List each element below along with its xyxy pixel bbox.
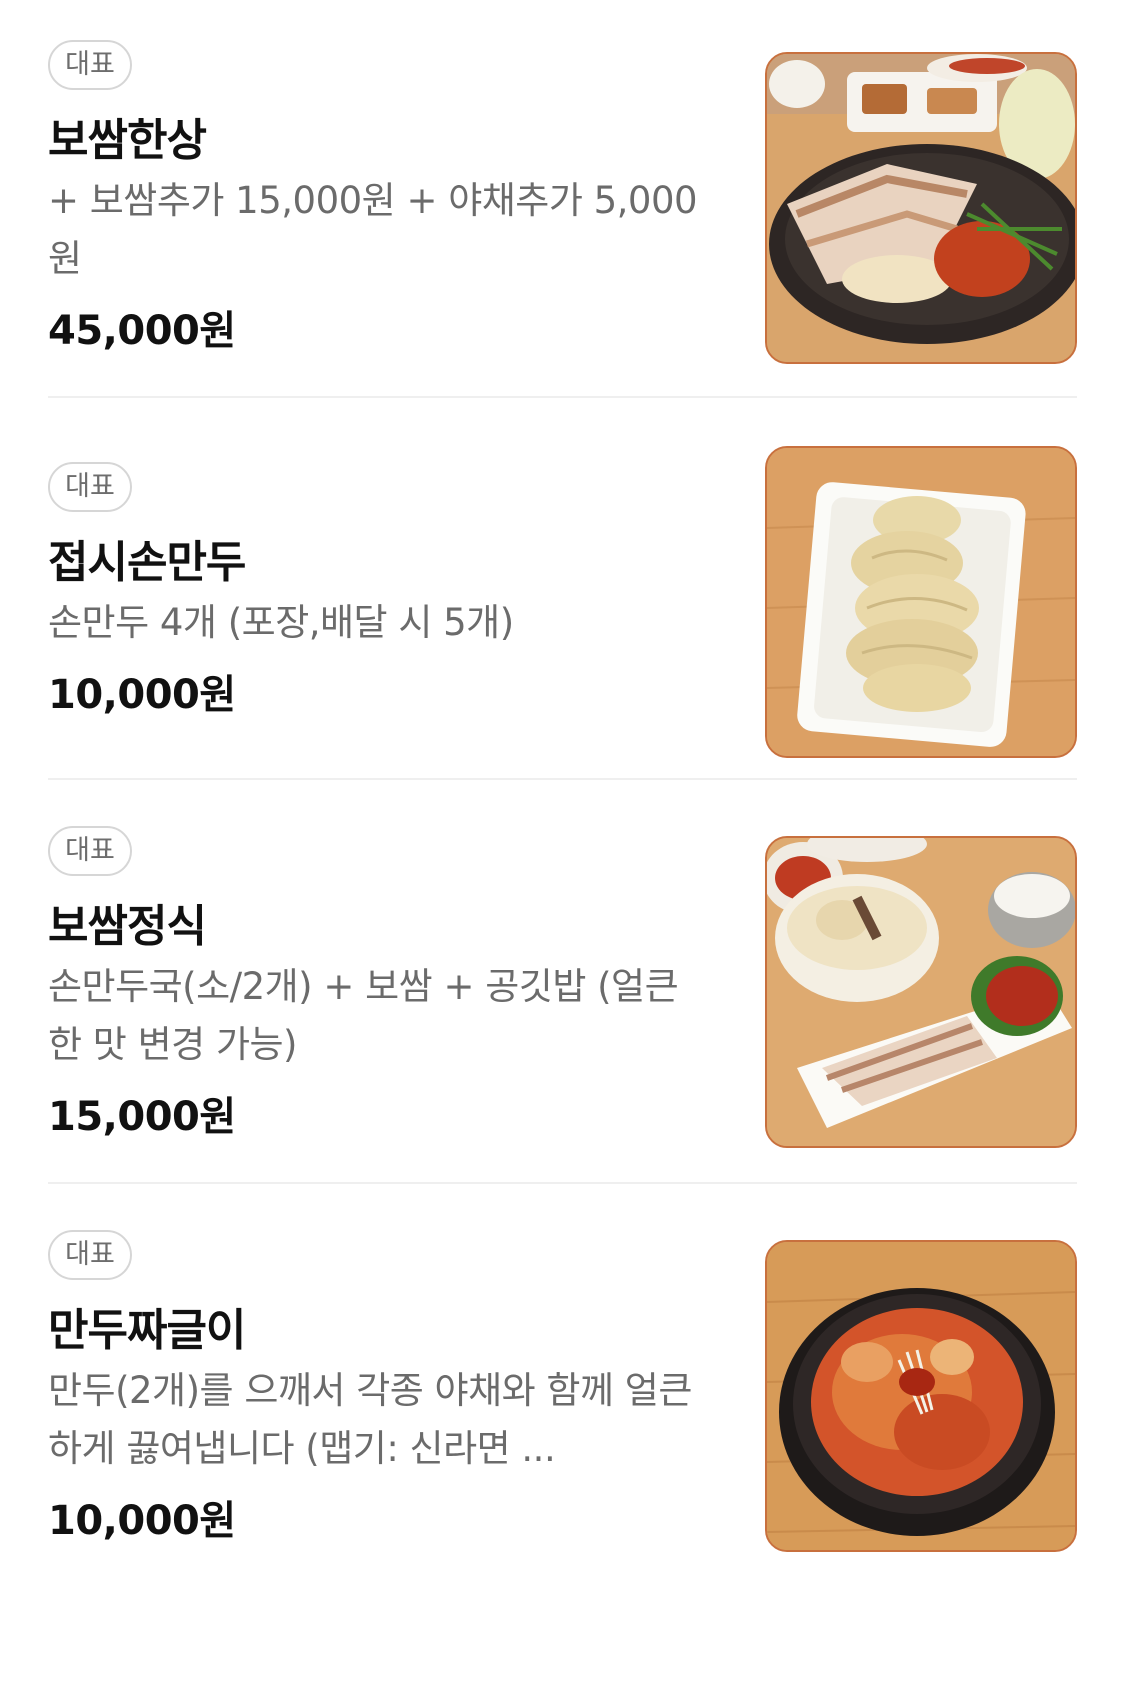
menu-item[interactable]: 대표 만두짜글이 만두(2개)를 으깨서 각종 야채와 함께 얼큰하게 끓여냅니… [48,1190,1077,1689]
bossam-platter-photo[interactable] [765,52,1077,364]
menu-item-description: 손만두국(소/2개) + 보쌈 + 공깃밥 (얼큰한 맛 변경 가능) [48,965,679,1066]
dumpling-stew-photo[interactable] [765,1240,1077,1552]
representative-badge: 대표 [48,826,132,876]
menu-item-description: 손만두 4개 (포장,배달 시 5개) [48,601,514,644]
menu-item-price: 10,000원 [48,1498,236,1544]
menu-item-name: 접시손만두 [48,537,246,588]
menu-item-price: 15,000원 [48,1094,236,1140]
dumpling-plate-photo[interactable] [765,446,1077,758]
menu-item[interactable]: 대표 보쌈정식 손만두국(소/2개) + 보쌈 + 공깃밥 (얼큰한 맛 변경 … [48,780,1077,1190]
menu-item[interactable]: 대표 접시손만두 손만두 4개 (포장,배달 시 5개) 10,000원 [48,400,1077,810]
menu-item-name: 보쌈정식 [48,901,207,952]
representative-badge: 대표 [48,1230,132,1280]
menu-item-price: 45,000원 [48,308,236,354]
menu-item-name: 보쌈한상 [48,115,207,166]
bossam-set-meal-photo[interactable] [765,836,1077,1148]
representative-badge: 대표 [48,40,132,90]
menu-item-description: + 보쌈추가 15,000원 + 야채추가 5,000원 [48,179,698,280]
representative-badge: 대표 [48,462,132,512]
menu-item-description: 만두(2개)를 으깨서 각종 야채와 함께 얼큰하게 끓여냅니다 (맵기: 신라… [48,1369,692,1470]
menu-item-name: 만두짜글이 [48,1305,246,1356]
divider [48,1182,1077,1184]
menu-item[interactable]: 대표 보쌈한상 + 보쌈추가 15,000원 + 야채추가 5,000원 45,… [48,0,1077,400]
menu-item-price: 10,000원 [48,672,236,718]
divider [48,396,1077,398]
